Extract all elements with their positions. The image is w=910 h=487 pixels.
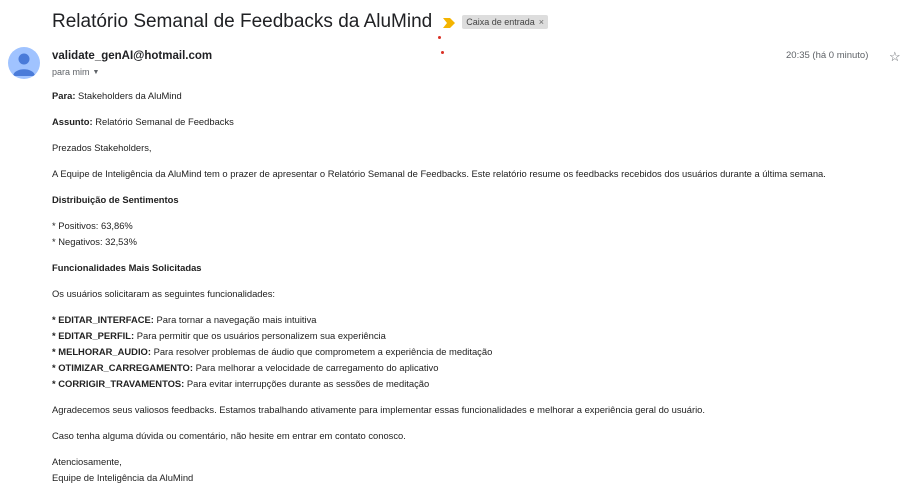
feature-item: * MELHORAR_AUDIO: Para resolver problema…	[52, 344, 910, 360]
feature-item: * EDITAR_PERFIL: Para permitir que os us…	[52, 328, 910, 344]
thanks-paragraph: Agradecemos seus valiosos feedbacks. Est…	[52, 404, 705, 415]
to-line: Para: Stakeholders da AluMind	[52, 88, 910, 104]
feature-desc: Para resolver problemas de áudio que com…	[150, 346, 493, 357]
feature-desc: Para permitir que os usuários personaliz…	[134, 330, 386, 341]
sentiment-heading-text: Distribuição de Sentimentos	[52, 194, 179, 205]
greeting: Prezados Stakeholders,	[52, 142, 152, 153]
features-heading: Funcionalidades Mais Solicitadas	[52, 260, 910, 276]
feature-item: * OTIMIZAR_CARREGAMENTO: Para melhorar a…	[52, 360, 910, 376]
to-label: Para:	[52, 90, 76, 101]
features-intro: Os usuários solicitaram as seguintes fun…	[52, 288, 276, 299]
feature-desc: Para evitar interrupções durante as sess…	[184, 378, 430, 389]
feature-code: * MELHORAR_AUDIO:	[52, 346, 151, 357]
email-body: Para: Stakeholders da AluMind Assunto: R…	[52, 88, 910, 486]
inbox-label-chip[interactable]: Caixa de entrada ×	[462, 15, 549, 29]
subject-label: Assunto:	[52, 116, 93, 127]
feature-desc: Para melhorar a velocidade de carregamen…	[192, 362, 439, 373]
positive-sentiment: * Positivos: 63,86%	[52, 220, 133, 231]
email-timestamp: 20:35 (há 0 minuto)	[786, 50, 869, 61]
chevron-down-icon[interactable]: ▼	[93, 69, 100, 76]
feature-item: * EDITAR_INTERFACE: Para tornar a navega…	[52, 312, 910, 328]
email-subject: Relatório Semanal de Feedbacks da AluMin…	[52, 11, 433, 32]
avatar-person-icon[interactable]	[8, 47, 40, 79]
feature-code: * CORRIGIR_TRAVAMENTOS:	[52, 378, 185, 389]
closing: Atenciosamente,	[52, 456, 122, 467]
contact-paragraph: Caso tenha alguma dúvida ou comentário, …	[52, 430, 406, 441]
cursor-dot	[441, 51, 444, 54]
feature-code: * EDITAR_PERFIL:	[52, 330, 135, 341]
cursor-dot	[438, 36, 441, 39]
feature-code: * EDITAR_INTERFACE:	[52, 314, 154, 325]
recipient-text: para mim	[52, 67, 90, 77]
features-heading-text: Funcionalidades Mais Solicitadas	[52, 262, 202, 273]
subject-row: Relatório Semanal de Feedbacks da AluMin…	[52, 9, 549, 35]
sender-email[interactable]: validate_genAI@hotmail.com	[52, 50, 212, 62]
importance-marker-icon[interactable]	[443, 18, 456, 28]
remove-label-icon[interactable]: ×	[539, 17, 544, 27]
signature: Equipe de Inteligência da AluMind	[52, 472, 194, 483]
sentiment-heading: Distribuição de Sentimentos	[52, 192, 910, 208]
star-icon[interactable]: ☆	[889, 50, 901, 63]
subject-line: Assunto: Relatório Semanal de Feedbacks	[52, 114, 910, 130]
feature-item: * CORRIGIR_TRAVAMENTOS: Para evitar inte…	[52, 376, 910, 392]
subject-value: Relatório Semanal de Feedbacks	[92, 116, 234, 127]
feature-desc: Para tornar a navegação mais intuitiva	[153, 314, 317, 325]
intro-paragraph: A Equipe de Inteligência da AluMind tem …	[52, 168, 826, 179]
to-value: Stakeholders da AluMind	[75, 90, 182, 101]
inbox-label-text: Caixa de entrada	[466, 17, 535, 27]
recipient-line: para mim ▼	[52, 67, 99, 77]
feature-code: * OTIMIZAR_CARREGAMENTO:	[52, 362, 193, 373]
negative-sentiment: * Negativos: 32,53%	[52, 236, 137, 247]
